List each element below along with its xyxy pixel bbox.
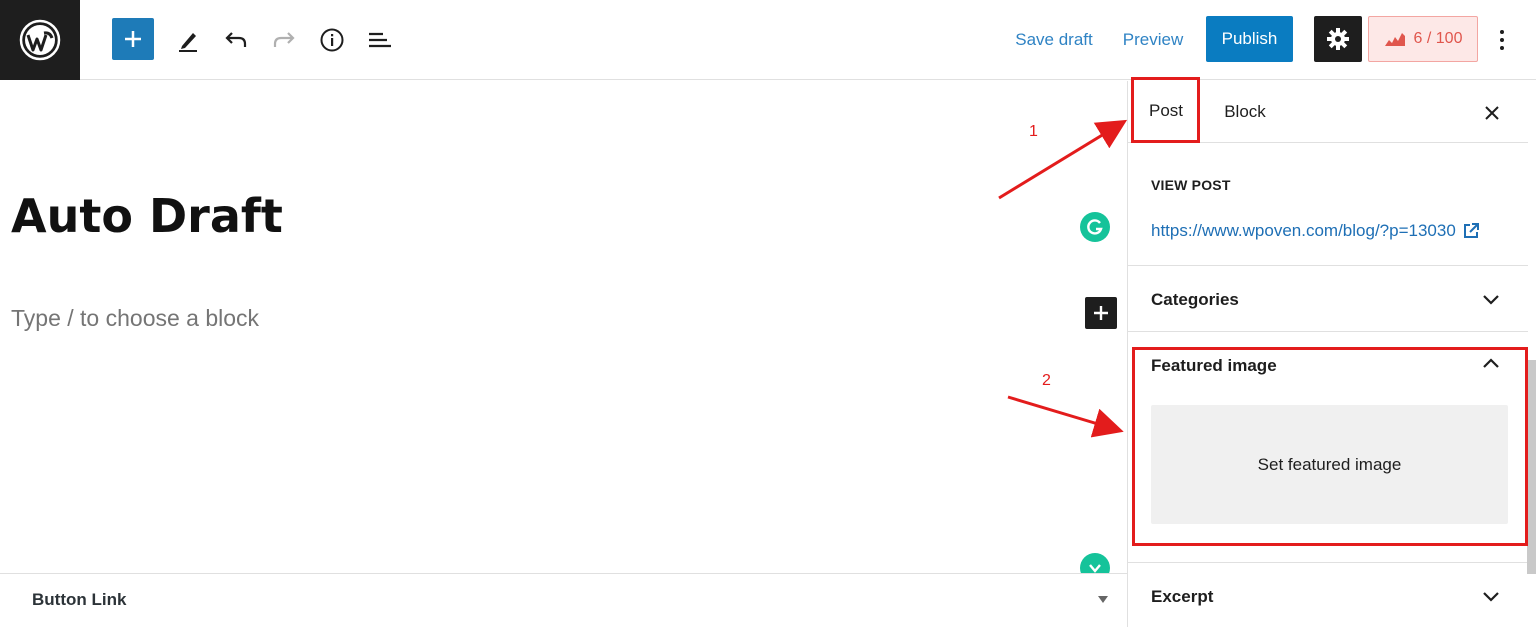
sidebar-scrollbar[interactable] bbox=[1527, 360, 1536, 574]
featured-image-title[interactable]: Featured image bbox=[1151, 356, 1277, 376]
settings-sidebar: Post Block VIEW POST https://www.wpoven.… bbox=[1127, 81, 1536, 627]
view-post-label: VIEW POST bbox=[1151, 177, 1231, 193]
close-icon bbox=[1485, 106, 1499, 120]
sidebar-tabs: Post Block bbox=[1128, 81, 1528, 143]
chevron-down-icon[interactable] bbox=[1480, 585, 1502, 607]
categories-panel[interactable]: Categories bbox=[1128, 266, 1528, 332]
view-post-url[interactable]: https://www.wpoven.com/blog/?p=13030 bbox=[1151, 221, 1456, 241]
chevron-down-icon[interactable] bbox=[1480, 288, 1502, 310]
categories-title[interactable]: Categories bbox=[1151, 290, 1239, 310]
excerpt-title[interactable]: Excerpt bbox=[1151, 587, 1213, 607]
set-featured-image-button[interactable]: Set featured image bbox=[1151, 405, 1508, 524]
tab-block[interactable]: Block bbox=[1212, 81, 1278, 143]
chevron-up-icon[interactable] bbox=[1480, 352, 1502, 374]
excerpt-panel[interactable]: Excerpt bbox=[1128, 563, 1528, 627]
close-sidebar-button[interactable] bbox=[1478, 99, 1506, 127]
tab-post[interactable]: Post bbox=[1132, 81, 1200, 143]
external-link-icon bbox=[1463, 223, 1479, 238]
view-post-panel bbox=[1128, 143, 1528, 266]
view-post-link[interactable]: https://www.wpoven.com/blog/?p=13030 bbox=[1151, 221, 1480, 241]
